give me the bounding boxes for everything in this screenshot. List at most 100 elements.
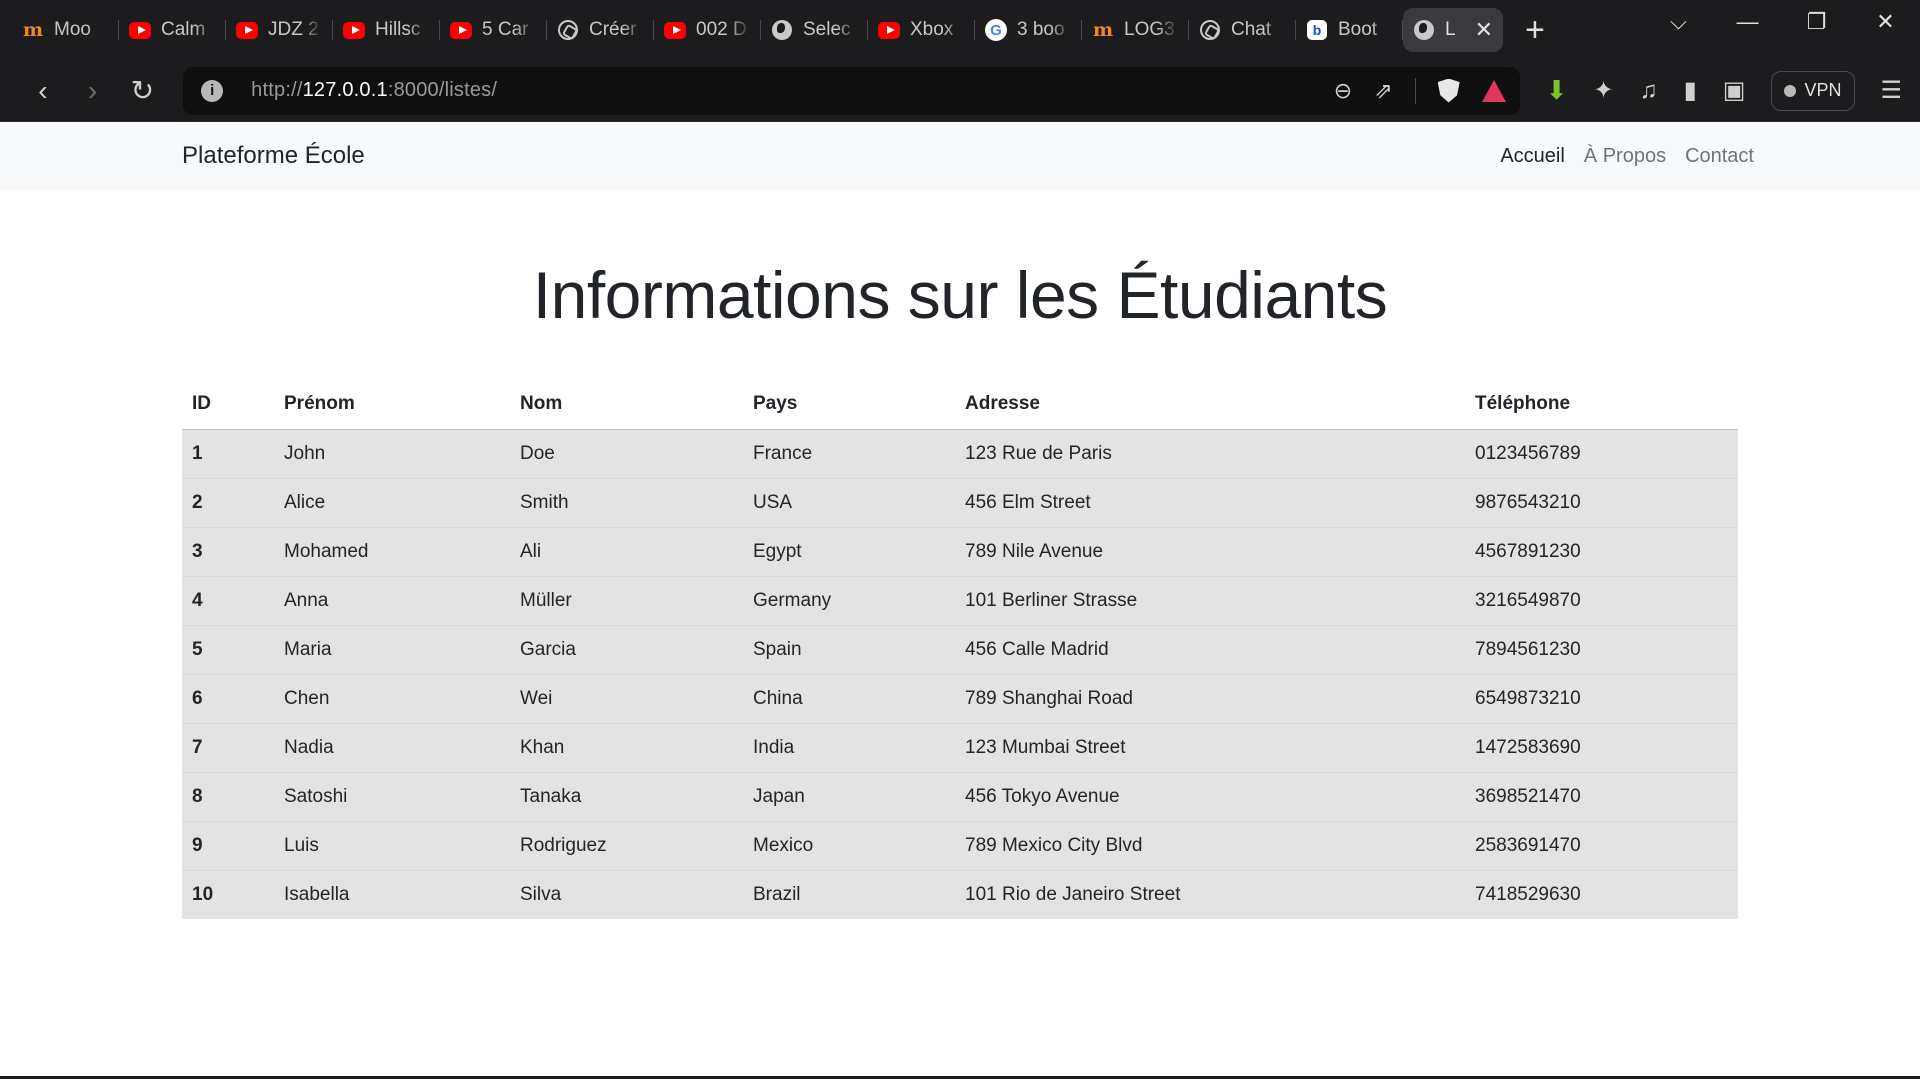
wallet-icon[interactable]: ▣	[1723, 76, 1746, 105]
cell-id: 4	[182, 576, 274, 626]
cell-telephone: 2583691470	[1465, 821, 1738, 871]
minimize-button[interactable]: —	[1713, 9, 1782, 35]
taskbar-edge	[0, 1076, 1920, 1079]
moodle-icon: m	[1092, 19, 1114, 41]
restore-button[interactable]: ❐	[1782, 9, 1851, 35]
browser-tab[interactable]: Chat	[1189, 8, 1296, 52]
google-icon: G	[985, 19, 1007, 41]
site-brand[interactable]: Plateforme École	[182, 142, 365, 170]
cell-adresse: 789 Shanghai Road	[955, 674, 1465, 724]
cell-id: 6	[182, 674, 274, 724]
extensions-area: ⬇ ✦ ♫ ▮ ▣ VPN ☰	[1546, 70, 1903, 111]
browser-tab[interactable]: G 3 boo	[975, 8, 1082, 52]
table-row: 5 Maria Garcia Spain 456 Calle Madrid 7894561…	[182, 625, 1738, 675]
cell-prenom: Mohamed	[274, 527, 510, 577]
tab-title: JDZ 2	[268, 19, 319, 40]
cell-adresse: 123 Mumbai Street	[955, 723, 1465, 773]
tab-title: Créer	[589, 19, 637, 40]
media-music-icon[interactable]: ♫	[1640, 77, 1658, 105]
back-button[interactable]: ‹	[18, 75, 68, 107]
cell-nom: Müller	[510, 576, 743, 626]
cell-adresse: 456 Elm Street	[955, 478, 1465, 528]
browser-tab[interactable]: 002 D	[654, 8, 761, 52]
cell-nom: Doe	[510, 429, 743, 479]
browser-tab[interactable]: Créer	[547, 8, 654, 52]
browser-tab[interactable]: Calm	[119, 8, 226, 52]
table-header-row: ID Prénom Nom Pays Adresse Téléphone	[182, 380, 1738, 430]
cell-telephone: 7894561230	[1465, 625, 1738, 675]
cell-pays: India	[743, 723, 955, 773]
cell-nom: Khan	[510, 723, 743, 773]
share-icon[interactable]: ⇗	[1374, 78, 1392, 104]
cell-pays: Spain	[743, 625, 955, 675]
sidebar-toggle-icon[interactable]: ▮	[1684, 76, 1697, 105]
nav-link[interactable]: À Propos	[1584, 145, 1666, 168]
nav-link[interactable]: Contact	[1685, 145, 1754, 168]
vpn-status-dot-icon	[1784, 84, 1797, 97]
cell-prenom: Maria	[274, 625, 510, 675]
cell-prenom: Satoshi	[274, 772, 510, 822]
extensions-puzzle-icon[interactable]: ✦	[1593, 76, 1613, 105]
cell-telephone: 3216549870	[1465, 576, 1738, 626]
forward-button[interactable]: ›	[68, 75, 118, 107]
table-row: 4 Anna Müller Germany 101 Berliner Strasse 32…	[182, 576, 1738, 626]
table-header: ID Prénom Nom Pays Adresse Téléphone	[182, 380, 1738, 430]
cell-pays: Germany	[743, 576, 955, 626]
browser-tab[interactable]: m LOG3	[1082, 8, 1189, 52]
menu-hamburger-icon[interactable]: ☰	[1881, 76, 1903, 105]
cell-pays: France	[743, 429, 955, 479]
globe-icon	[771, 19, 793, 41]
site-info-icon[interactable]: i	[201, 79, 224, 102]
browser-tab[interactable]: Xbox	[868, 8, 975, 52]
tab-title: 5 Car	[482, 19, 529, 40]
youtube-icon	[129, 19, 151, 41]
cell-telephone: 3698521470	[1465, 772, 1738, 822]
tab-title: Calm	[161, 19, 206, 40]
browser-tab[interactable]: m Moo	[12, 8, 119, 52]
table-row: 7 Nadia Khan India 123 Mumbai Street 14725836…	[182, 723, 1738, 773]
bootstrap-icon: b	[1306, 19, 1328, 41]
chatgpt-icon	[1199, 19, 1221, 41]
browser-tab[interactable]: b Boot	[1296, 8, 1403, 52]
cell-id: 9	[182, 821, 274, 871]
globe-icon	[1413, 19, 1435, 41]
cell-adresse: 789 Nile Avenue	[955, 527, 1465, 577]
header-prenom: Prénom	[274, 380, 510, 430]
download-extension-icon[interactable]: ⬇	[1546, 75, 1568, 106]
new-tab-button[interactable]: +	[1525, 13, 1545, 47]
cell-adresse: 123 Rue de Paris	[955, 429, 1465, 479]
zoom-out-icon[interactable]: ⊖	[1334, 78, 1352, 104]
cell-id: 10	[182, 870, 274, 919]
browser-tab[interactable]: Hillsc	[333, 8, 440, 52]
nav-link[interactable]: Accueil	[1500, 145, 1564, 168]
cell-adresse: 101 Rio de Janeiro Street	[955, 870, 1465, 919]
browser-tab[interactable]: L ✕	[1403, 8, 1503, 52]
close-window-button[interactable]: ✕	[1851, 9, 1920, 35]
tab-title: 002 D	[696, 19, 747, 40]
cell-id: 1	[182, 429, 274, 479]
reload-button[interactable]: ↻	[117, 74, 167, 107]
table-row: 8 Satoshi Tanaka Japan 456 Tokyo Avenue 36985…	[182, 772, 1738, 822]
cell-telephone: 4567891230	[1465, 527, 1738, 577]
url-text[interactable]: http://127.0.0.1:8000/listes/	[251, 79, 497, 102]
browser-tab[interactable]: Selec	[761, 8, 868, 52]
tab-search-chevron-icon[interactable]: ⌵	[1644, 9, 1713, 35]
cell-prenom: Nadia	[274, 723, 510, 773]
close-tab-icon[interactable]: ✕	[1475, 19, 1493, 41]
cell-prenom: John	[274, 429, 510, 479]
youtube-icon	[343, 19, 365, 41]
tab-title: L	[1445, 19, 1456, 40]
table-row: 10 Isabella Silva Brazil 101 Rio de Janeiro …	[182, 870, 1738, 919]
cell-prenom: Luis	[274, 821, 510, 871]
browser-tab[interactable]: 5 Car	[440, 8, 547, 52]
brave-rewards-icon[interactable]	[1481, 79, 1506, 102]
cell-adresse: 789 Mexico City Blvd	[955, 821, 1465, 871]
header-adresse: Adresse	[955, 380, 1465, 430]
cell-nom: Wei	[510, 674, 743, 724]
brave-shields-icon[interactable]	[1437, 78, 1460, 103]
browser-tab[interactable]: JDZ 2	[226, 8, 333, 52]
address-bar[interactable]: i http://127.0.0.1:8000/listes/ ⊖ ⇗	[183, 66, 1520, 115]
header-telephone: Téléphone	[1465, 380, 1738, 430]
header-nom: Nom	[510, 380, 743, 430]
vpn-button[interactable]: VPN	[1771, 70, 1855, 111]
